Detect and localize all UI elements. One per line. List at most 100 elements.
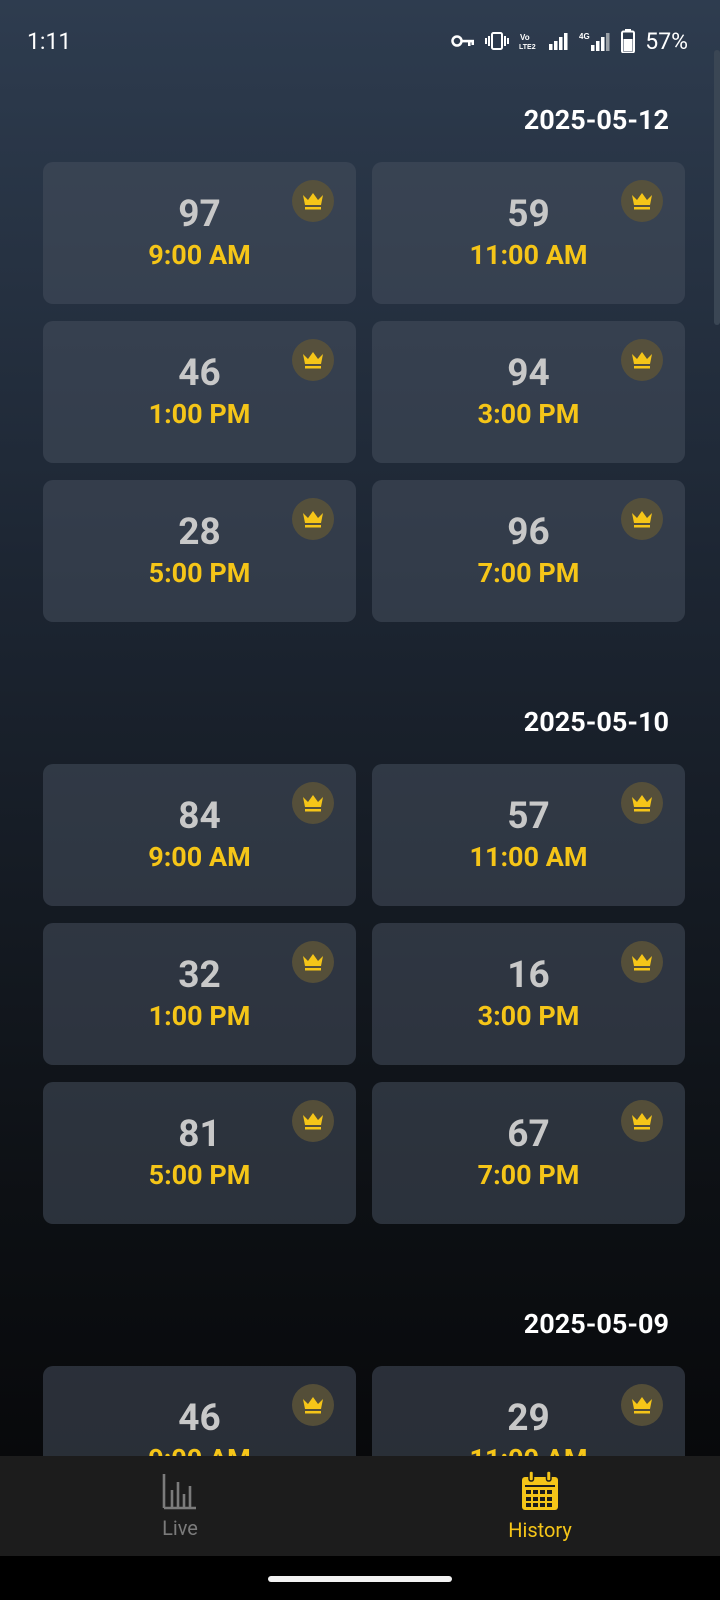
date-section: 2025-05-09469:00 AM2911:00 AM <box>0 1286 720 1456</box>
nav-live[interactable]: Live <box>0 1456 360 1556</box>
nav-history-label: History <box>508 1518 572 1542</box>
result-time: 9:00 AM <box>148 239 251 271</box>
result-number: 97 <box>178 193 221 236</box>
crown-badge <box>292 1100 334 1142</box>
result-number: 32 <box>178 954 221 997</box>
crown-badge <box>621 1384 663 1426</box>
crown-badge <box>292 782 334 824</box>
result-time: 3:00 PM <box>477 398 580 430</box>
result-number: 94 <box>507 352 550 395</box>
crown-icon <box>632 954 652 971</box>
status-bar: 1:11 Vo LTE2 4G 57% <box>0 0 720 82</box>
date-header: 2025-05-12 <box>523 104 669 136</box>
calendar-icon <box>522 1470 558 1510</box>
result-time: 9:00 AM <box>148 1441 251 1456</box>
crown-icon <box>303 1397 323 1414</box>
result-number: 16 <box>507 954 550 997</box>
crown-badge <box>292 1384 334 1426</box>
results-grid: 84 9:00 AM 57 11:00 AM 32 1:00 PM 16 3:00 PM 81 5… <box>0 764 720 1224</box>
battery-icon <box>621 29 636 53</box>
date-section: 2025-05-10 84 9:00 AM 57 11:00 AM 32 1:00 PM 16… <box>0 684 720 1224</box>
date-section: 2025-05-12 97 9:00 AM 59 11:00 AM 46 1:00 PM 94… <box>0 82 720 622</box>
bottom-navigation: Live History <box>0 1456 720 1556</box>
result-card[interactable]: 57 11:00 AM <box>372 764 685 906</box>
result-number: 46 <box>178 352 221 395</box>
result-card[interactable]: 67 7:00 PM <box>372 1082 685 1224</box>
nav-history[interactable]: History <box>360 1456 720 1556</box>
crown-badge <box>621 941 663 983</box>
svg-text:Vo: Vo <box>520 33 530 42</box>
result-time: 5:00 PM <box>148 1159 251 1191</box>
result-card[interactable]: 94 3:00 PM <box>372 321 685 463</box>
crown-badge <box>621 339 663 381</box>
bar-chart-icon <box>162 1474 196 1510</box>
vpn-key-icon <box>451 35 475 47</box>
crown-icon <box>303 795 323 812</box>
date-header: 2025-05-10 <box>523 706 669 738</box>
result-time: 1:00 PM <box>148 398 251 430</box>
status-time: 1:11 <box>27 27 72 55</box>
result-time: 7:00 PM <box>477 557 580 589</box>
crown-icon <box>632 795 652 812</box>
4g-signal-icon: 4G <box>579 32 610 51</box>
crown-icon <box>303 193 323 210</box>
result-card[interactable]: 97 9:00 AM <box>43 162 356 304</box>
result-card[interactable]: 469:00 AM <box>43 1366 356 1456</box>
result-time: 11:00 AM <box>469 1441 587 1456</box>
crown-icon <box>632 1397 652 1414</box>
result-number: 57 <box>507 795 550 838</box>
volte-icon: Vo LTE2 <box>519 33 536 50</box>
date-header: 2025-05-09 <box>523 1308 669 1340</box>
crown-icon <box>303 511 323 528</box>
crown-badge <box>621 498 663 540</box>
result-number: 59 <box>507 193 550 236</box>
result-time: 3:00 PM <box>477 1000 580 1032</box>
gesture-area <box>0 1556 720 1600</box>
result-card[interactable]: 46 1:00 PM <box>43 321 356 463</box>
result-number: 28 <box>178 511 221 554</box>
crown-badge <box>621 180 663 222</box>
vibrate-icon <box>485 32 510 50</box>
result-card[interactable]: 84 9:00 AM <box>43 764 356 906</box>
crown-icon <box>632 1113 652 1130</box>
result-time: 11:00 AM <box>469 841 588 873</box>
result-number: 81 <box>178 1113 221 1156</box>
signal-icon <box>549 33 568 50</box>
result-card[interactable]: 81 5:00 PM <box>43 1082 356 1224</box>
result-time: 5:00 PM <box>148 557 251 589</box>
result-card[interactable]: 59 11:00 AM <box>372 162 685 304</box>
home-gesture-bar[interactable] <box>268 1576 452 1582</box>
result-card[interactable]: 2911:00 AM <box>372 1366 685 1456</box>
result-card[interactable]: 32 1:00 PM <box>43 923 356 1065</box>
result-card[interactable]: 16 3:00 PM <box>372 923 685 1065</box>
crown-badge <box>292 180 334 222</box>
result-number: 46 <box>178 1397 221 1440</box>
result-number: 84 <box>178 795 221 838</box>
results-grid: 97 9:00 AM 59 11:00 AM 46 1:00 PM 94 3:00 PM 28 5… <box>0 162 720 622</box>
crown-badge <box>292 339 334 381</box>
crown-icon <box>303 954 323 971</box>
crown-badge <box>621 782 663 824</box>
crown-icon <box>632 193 652 210</box>
result-number: 67 <box>507 1113 550 1156</box>
crown-icon <box>632 511 652 528</box>
svg-text:4G: 4G <box>579 32 590 41</box>
result-time: 1:00 PM <box>148 1000 251 1032</box>
result-number: 96 <box>507 511 550 554</box>
result-number: 29 <box>507 1397 550 1440</box>
results-grid: 469:00 AM2911:00 AM <box>0 1366 720 1456</box>
svg-text:LTE2: LTE2 <box>519 44 536 50</box>
crown-badge <box>292 498 334 540</box>
crown-icon <box>303 352 323 369</box>
result-time: 7:00 PM <box>477 1159 580 1191</box>
crown-badge <box>292 941 334 983</box>
crown-icon <box>303 1113 323 1130</box>
result-time: 11:00 AM <box>469 239 588 271</box>
result-card[interactable]: 96 7:00 PM <box>372 480 685 622</box>
nav-live-label: Live <box>162 1516 198 1540</box>
result-card[interactable]: 28 5:00 PM <box>43 480 356 622</box>
history-list[interactable]: 2025-05-12 97 9:00 AM 59 11:00 AM 46 1:00 PM 94… <box>0 82 720 1456</box>
crown-badge <box>621 1100 663 1142</box>
battery-percentage: 57% <box>645 27 688 55</box>
result-time: 9:00 AM <box>148 841 251 873</box>
